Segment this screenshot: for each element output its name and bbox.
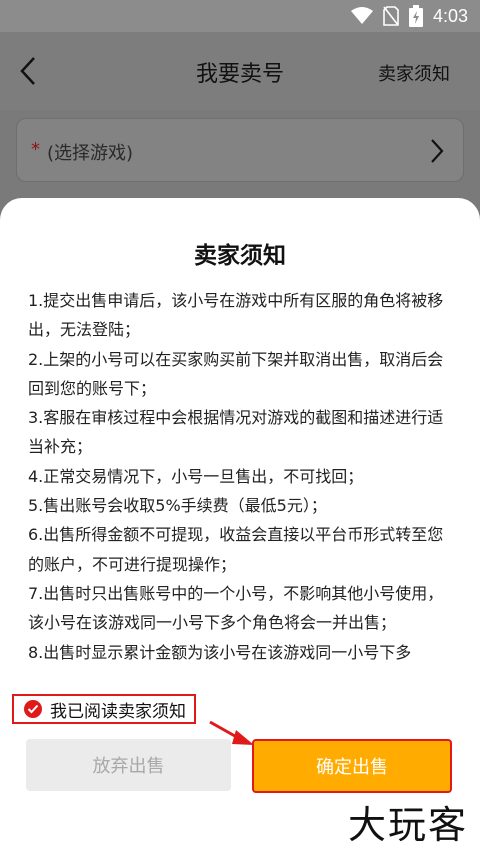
rule-item: 6.出售所得金额不可提现，收益会直接以平台币形式转至您的账户，不可进行提现操作； xyxy=(28,525,444,574)
seller-notice-link[interactable]: 卖家须知 xyxy=(378,60,450,86)
rule-item: 7.出售时只出售账号中的一个小号，不影响其他小号使用，该小号在该游戏同一小号下多… xyxy=(28,583,444,633)
watermark-logo: 大玩客 xyxy=(347,803,468,847)
seller-notice-sheet: 卖家须知 1.提交出售申请后，该小号在游戏中所有区服的角色将被移出，无法登陆； … xyxy=(0,198,480,853)
abandon-sale-button[interactable]: 放弃出售 xyxy=(26,739,231,791)
agree-label: 我已阅读卖家须知 xyxy=(50,701,186,722)
agree-checkbox[interactable]: 我已阅读卖家须知 xyxy=(12,694,196,724)
confirm-sale-button[interactable]: 确定出售 xyxy=(252,739,452,793)
game-select[interactable]: * (选择游戏) xyxy=(16,118,464,182)
rule-item: 4.正常交易情况下，小号一旦售出，不可找回； xyxy=(28,466,364,486)
battery-charging-icon xyxy=(408,5,423,27)
required-mark: * xyxy=(31,139,40,160)
rule-item: 8.出售时显示累计金额为该小号在该游戏同一小号下多 xyxy=(28,642,412,662)
game-select-placeholder: (选择游戏) xyxy=(47,143,134,164)
rule-item: 1.提交出售申请后，该小号在游戏中所有区服的角色将被移出，无法登陆； xyxy=(28,291,444,340)
rule-item: 3.客服在审核过程中会根据情况对游戏的截图和描述进行适当补充； xyxy=(28,408,444,457)
header: 我要卖号 卖家须知 xyxy=(0,32,480,110)
sheet-title: 卖家须知 xyxy=(194,243,286,269)
rule-item: 2.上架的小号可以在买家购买前下架并取消出售，取消后会回到您的账号下； xyxy=(28,349,444,398)
status-bar: 4:03 xyxy=(0,0,480,32)
rule-item: 5.售出账号会收取5%手续费（最低5元）； xyxy=(28,496,327,516)
no-sim-icon xyxy=(383,6,399,26)
wifi-icon xyxy=(350,7,373,24)
status-time: 4:03 xyxy=(432,5,468,26)
check-icon xyxy=(24,700,42,718)
rules-list[interactable]: 1.提交出售申请后，该小号在游戏中所有区服的角色将被移出，无法登陆； 2.上架的… xyxy=(28,286,454,676)
status-icons: 4:03 xyxy=(350,5,468,27)
chevron-right-icon xyxy=(431,139,444,163)
